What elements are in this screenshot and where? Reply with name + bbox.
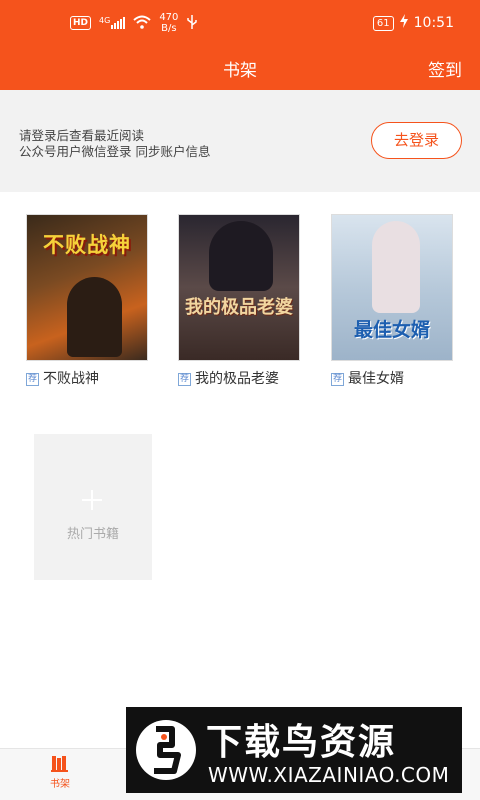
network-type-label: 4G — [99, 16, 111, 25]
cover-figure — [372, 221, 420, 313]
book-title: 不败战神 — [43, 371, 100, 387]
wifi-icon — [133, 15, 151, 32]
network-signal-icon: 4G — [99, 16, 126, 29]
network-speed: 470 B/s — [159, 12, 178, 34]
recommend-badge: 荐 — [26, 373, 40, 386]
signin-button[interactable]: 签到 — [428, 56, 462, 81]
add-tile-label: 热门书籍 — [66, 527, 119, 542]
cover-figure — [67, 277, 122, 357]
cover-figure — [209, 221, 273, 291]
book-cover[interactable]: 不败战神 — [26, 214, 148, 361]
watermark: 下载鸟资源 WWW.XIAZAINIAO.COM — [126, 707, 462, 793]
book-title: 我的极品老婆 — [195, 371, 280, 387]
status-left: HD 4G 470 B/s — [70, 12, 198, 34]
speed-value: 470 — [159, 12, 179, 23]
speed-unit: B/s — [161, 23, 177, 34]
hd-badge: HD — [70, 16, 92, 30]
charging-icon — [399, 14, 408, 32]
login-hint-line2: 公众号用户微信登录 同步账户信息 — [19, 144, 211, 159]
status-bar: HD 4G 470 B/s 61 10:51 — [0, 0, 480, 48]
page-title: 书架 — [223, 61, 257, 81]
battery-icon: 61 — [372, 15, 394, 31]
book-title: 最佳女婿 — [348, 371, 405, 387]
battery-level: 61 — [376, 17, 390, 29]
tab-bookshelf[interactable]: 书架 — [20, 753, 100, 790]
watermark-url: WWW.XIAZAINIAO.COM — [208, 763, 450, 787]
book-cover[interactable]: 最佳女婿 — [331, 214, 453, 361]
usb-icon — [186, 14, 198, 33]
cover-title: 我的极品老婆 — [185, 297, 293, 318]
clock: 10:51 — [413, 15, 454, 31]
tab-label: 书架 — [50, 779, 70, 790]
watermark-logo — [134, 715, 198, 785]
watermark-title: 下载鸟资源 — [206, 722, 397, 763]
status-right: 61 10:51 — [372, 14, 454, 32]
recommend-badge: 荐 — [178, 373, 192, 386]
book-item[interactable]: 不败战神 荐不败战神 — [26, 214, 150, 389]
book-item[interactable]: 我的极品老婆 荐我的极品老婆 — [178, 214, 302, 389]
book-cover[interactable]: 我的极品老婆 — [178, 214, 300, 361]
cover-title: 最佳女婿 — [353, 319, 430, 341]
login-button[interactable]: 去登录 — [371, 122, 462, 159]
title-bar: 书架 签到 — [0, 48, 480, 90]
login-panel: 请登录后查看最近阅读 公众号用户微信登录 同步账户信息 去登录 — [0, 90, 480, 192]
add-hot-books-tile[interactable]: 热门书籍 — [34, 434, 152, 580]
bookshelf-icon — [50, 753, 70, 773]
book-caption: 荐不败战神 — [26, 370, 150, 389]
book-caption: 荐最佳女婿 — [331, 370, 455, 389]
recommend-badge: 荐 — [331, 373, 345, 386]
book-item[interactable]: 最佳女婿 荐最佳女婿 — [331, 214, 455, 389]
cover-title: 不败战神 — [43, 233, 131, 257]
book-caption: 荐我的极品老婆 — [178, 370, 283, 389]
plus-icon — [82, 490, 102, 510]
